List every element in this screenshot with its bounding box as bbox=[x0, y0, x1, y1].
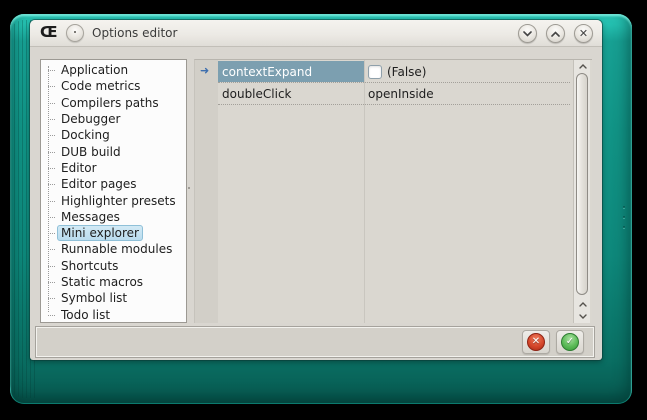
accept-button[interactable]: ✓ bbox=[556, 330, 584, 354]
property-name[interactable]: doubleClick bbox=[218, 83, 364, 104]
sidebar-item-highlighter-presets[interactable]: Highlighter presets bbox=[41, 192, 186, 208]
sidebar-item-messages[interactable]: Messages bbox=[41, 209, 186, 225]
property-row-doubleclick[interactable]: doubleClick openInside bbox=[218, 83, 570, 105]
sidebar-item-symbol-list[interactable]: Symbol list bbox=[41, 290, 186, 306]
property-value[interactable]: openInside bbox=[364, 83, 570, 104]
frame-resize-grip[interactable] bbox=[622, 206, 625, 228]
sidebar-item-editor[interactable]: Editor bbox=[41, 160, 186, 176]
titlebar-menu-button[interactable] bbox=[66, 24, 84, 42]
chevron-down-icon bbox=[523, 31, 532, 37]
property-row-contextexpand[interactable]: contextExpand (False) bbox=[218, 61, 570, 83]
sidebar-item-shortcuts[interactable]: Shortcuts bbox=[41, 258, 186, 274]
sidebar-item-debugger[interactable]: Debugger bbox=[41, 111, 186, 127]
cancel-icon: ✕ bbox=[527, 333, 545, 351]
close-button[interactable]: ✕ bbox=[574, 24, 593, 43]
sidebar-item-static-macros[interactable]: Static macros bbox=[41, 274, 186, 290]
options-editor-window: Œ Options editor ✕ Application Code metr… bbox=[30, 20, 602, 360]
property-grid-gutter: ➜ bbox=[195, 60, 218, 323]
cancel-button[interactable]: ✕ bbox=[522, 330, 550, 354]
sidebar-item-compilers-paths[interactable]: Compilers paths bbox=[41, 95, 186, 111]
sidebar-item-todo-list[interactable]: Todo list bbox=[41, 306, 186, 322]
chevron-down-icon bbox=[579, 314, 587, 319]
sidebar-item-runnable-modules[interactable]: Runnable modules bbox=[41, 241, 186, 257]
app-icon: Œ bbox=[40, 23, 57, 41]
maximize-button[interactable] bbox=[546, 24, 565, 43]
scrollbar-thumb[interactable] bbox=[576, 73, 588, 295]
scroll-up-button[interactable] bbox=[574, 60, 591, 72]
sidebar-item-code-metrics[interactable]: Code metrics bbox=[41, 78, 186, 94]
sidebar-item-docking[interactable]: Docking bbox=[41, 127, 186, 143]
category-tree[interactable]: Application Code metrics Compilers paths… bbox=[40, 59, 187, 323]
selected-row-arrow-icon: ➜ bbox=[200, 64, 209, 77]
vertical-scrollbar[interactable] bbox=[573, 60, 590, 323]
sidebar-item-dub-build[interactable]: DUB build bbox=[41, 143, 186, 159]
accept-icon: ✓ bbox=[561, 333, 579, 351]
property-value[interactable]: (False) bbox=[364, 61, 570, 82]
titlebar[interactable]: Œ Options editor ✕ bbox=[30, 20, 602, 47]
scroll-down-button[interactable] bbox=[574, 310, 591, 322]
chevron-up-icon bbox=[579, 64, 587, 69]
sidebar-item-editor-pages[interactable]: Editor pages bbox=[41, 176, 186, 192]
sidebar-item-mini-explorer[interactable]: Mini explorer bbox=[41, 225, 186, 241]
scroll-up-button-bottom[interactable] bbox=[574, 298, 591, 310]
property-value-label: (False) bbox=[387, 65, 427, 79]
property-name[interactable]: contextExpand bbox=[218, 61, 364, 82]
shade-button[interactable] bbox=[518, 24, 537, 43]
chevron-up-icon bbox=[551, 31, 560, 37]
property-grid: ➜ contextExpand (False) doubleClick open… bbox=[194, 59, 592, 323]
window-title: Options editor bbox=[92, 20, 177, 47]
property-value-label: openInside bbox=[368, 87, 434, 101]
close-icon: ✕ bbox=[579, 28, 588, 39]
chevron-up-icon bbox=[579, 302, 587, 307]
checkbox-unchecked[interactable] bbox=[368, 65, 382, 79]
footer-toolbar: ✕ ✓ bbox=[36, 327, 594, 357]
sidebar-item-application[interactable]: Application bbox=[41, 62, 186, 78]
